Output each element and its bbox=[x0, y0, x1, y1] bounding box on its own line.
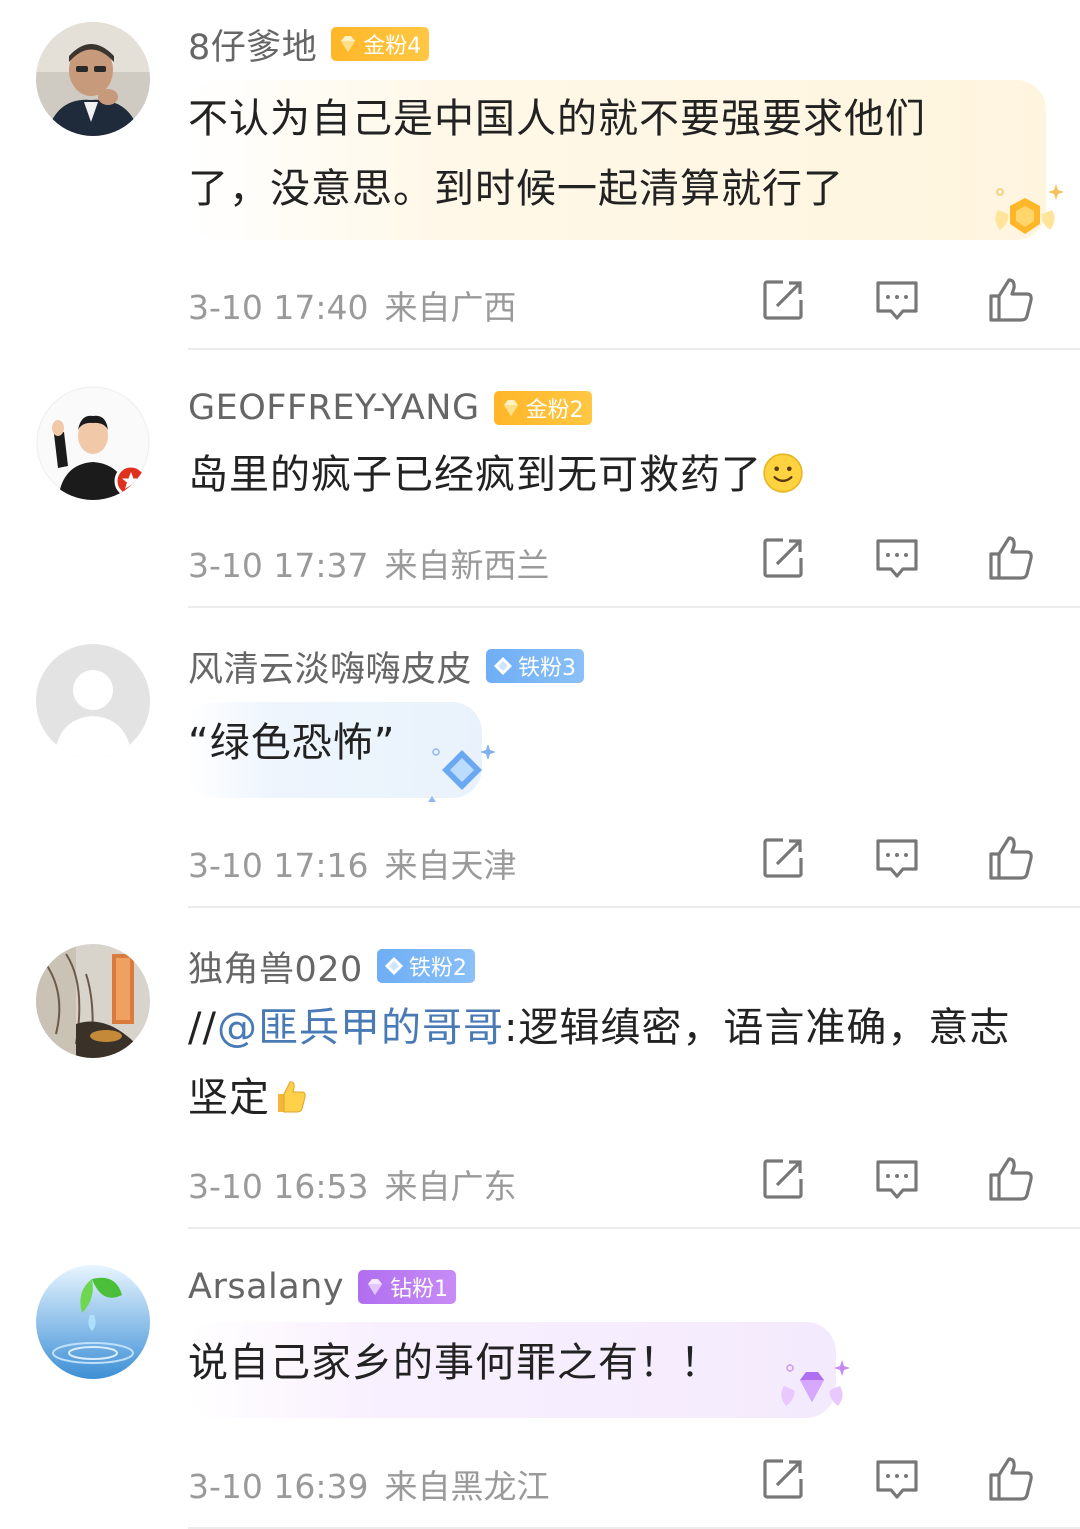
user-mention-link[interactable]: @匪兵甲的哥哥 bbox=[217, 1005, 504, 1051]
username[interactable]: 8仔爹地 bbox=[188, 19, 317, 70]
like-icon[interactable] bbox=[987, 834, 1035, 882]
gold-fan-ornament-icon bbox=[995, 184, 1064, 234]
iron-gem-icon bbox=[384, 957, 403, 975]
smile-emoji bbox=[763, 453, 803, 493]
comment-text[interactable]: 不认为自己是中国人的就不要强要求他们了，没意思。到时候一起清算就行了 bbox=[188, 84, 988, 224]
like-icon[interactable] bbox=[987, 1155, 1035, 1203]
share-icon[interactable] bbox=[759, 1155, 807, 1203]
comment-actions bbox=[0, 276, 1080, 326]
comment-text[interactable]: 说自己家乡的事何罪之有！！ bbox=[188, 1328, 828, 1398]
comment-icon[interactable] bbox=[873, 534, 921, 582]
comment-icon[interactable] bbox=[873, 276, 921, 324]
fan-badge-label: 铁粉2 bbox=[408, 956, 467, 981]
fan-badge-label: 金粉4 bbox=[363, 34, 422, 59]
avatar[interactable] bbox=[36, 944, 150, 1058]
fan-badge-label: 钻粉1 bbox=[390, 1277, 449, 1302]
fan-badge-label: 金粉2 bbox=[525, 398, 584, 423]
avatar[interactable] bbox=[36, 22, 150, 136]
comment-icon[interactable] bbox=[873, 1155, 921, 1203]
iron-fan-ornament-icon bbox=[428, 744, 496, 802]
name-row: 风清云淡嗨嗨皮皮 铁粉3 bbox=[188, 644, 585, 690]
thumbs-up-emoji bbox=[278, 1081, 306, 1113]
share-icon[interactable] bbox=[759, 276, 807, 324]
gold-gem-icon bbox=[503, 400, 518, 416]
name-row: GEOFFREY-YANG 金粉2 bbox=[188, 386, 592, 430]
fan-badge[interactable]: 金粉4 bbox=[331, 27, 430, 61]
avatar[interactable] bbox=[36, 386, 150, 500]
divider bbox=[188, 348, 1080, 350]
fan-badge[interactable]: 铁粉2 bbox=[376, 949, 475, 983]
avatar[interactable] bbox=[36, 644, 150, 758]
username[interactable]: 风清云淡嗨嗨皮皮 bbox=[188, 641, 472, 692]
divider bbox=[188, 1227, 1080, 1229]
avatar[interactable] bbox=[36, 1265, 150, 1379]
fan-badge[interactable]: 钻粉1 bbox=[358, 1270, 457, 1304]
divider bbox=[188, 906, 1080, 908]
fan-badge[interactable]: 金粉2 bbox=[493, 391, 592, 425]
comment-actions bbox=[0, 1455, 1080, 1505]
username[interactable]: Arsalany bbox=[188, 1267, 344, 1307]
comment-actions bbox=[0, 834, 1080, 884]
diamond-gem-icon bbox=[368, 1279, 383, 1295]
comment-text-prefix: // bbox=[188, 1005, 217, 1051]
iron-gem-icon bbox=[494, 657, 513, 675]
comment-icon[interactable] bbox=[873, 1455, 921, 1503]
comment-actions bbox=[0, 1155, 1080, 1205]
like-icon[interactable] bbox=[987, 276, 1035, 324]
comment-text[interactable]: 岛里的疯子已经疯到无可救药了 bbox=[188, 440, 1048, 510]
username[interactable]: 独角兽020 bbox=[188, 941, 363, 992]
share-icon[interactable] bbox=[759, 1455, 807, 1503]
comment-text[interactable]: //@匪兵甲的哥哥:逻辑缜密，语言准确，意志坚定 bbox=[188, 993, 1018, 1133]
like-icon[interactable] bbox=[987, 534, 1035, 582]
username[interactable]: GEOFFREY-YANG bbox=[188, 388, 480, 428]
comment-text-body: 岛里的疯子已经疯到无可救药了 bbox=[188, 452, 762, 498]
name-row: 8仔爹地 金粉4 bbox=[188, 22, 430, 68]
name-row: 独角兽020 铁粉2 bbox=[188, 944, 475, 990]
share-icon[interactable] bbox=[759, 534, 807, 582]
diamond-fan-ornament-icon bbox=[781, 1360, 850, 1406]
divider bbox=[188, 606, 1080, 608]
fan-badge-label: 铁粉3 bbox=[518, 656, 577, 681]
gold-gem-icon bbox=[341, 36, 356, 52]
share-icon[interactable] bbox=[759, 834, 807, 882]
comment-icon[interactable] bbox=[873, 834, 921, 882]
like-icon[interactable] bbox=[987, 1455, 1035, 1503]
name-row: Arsalany 钻粉1 bbox=[188, 1265, 457, 1309]
comment-actions bbox=[0, 534, 1080, 584]
fan-badge[interactable]: 铁粉3 bbox=[486, 649, 585, 683]
